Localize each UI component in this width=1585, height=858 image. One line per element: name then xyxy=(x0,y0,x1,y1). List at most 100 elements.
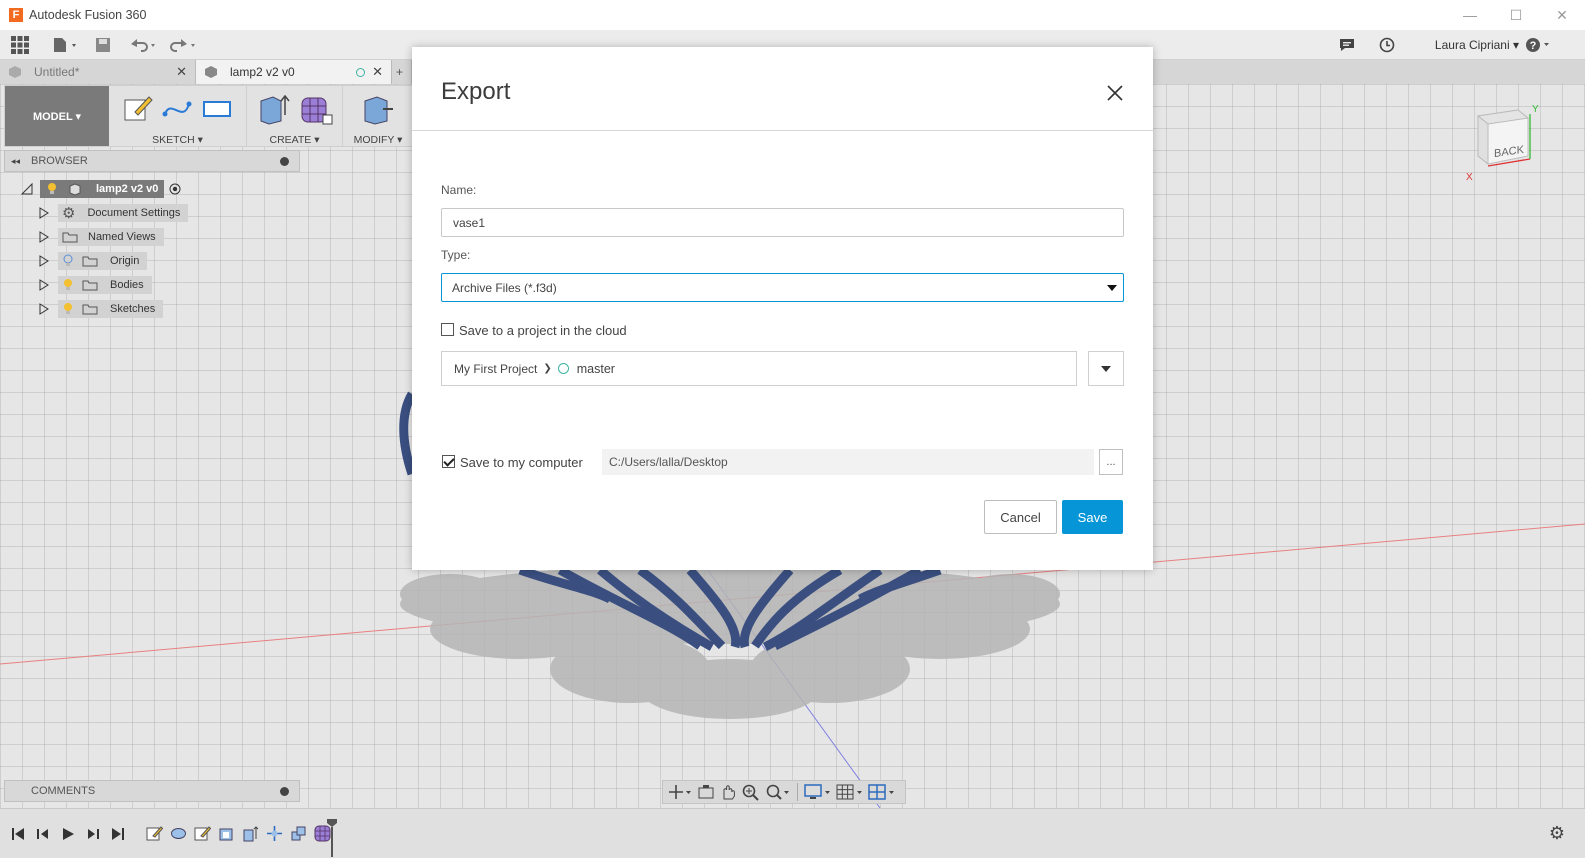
look-at-icon[interactable] xyxy=(697,783,715,801)
modify-group[interactable]: MODIFY ▾ xyxy=(343,86,413,146)
type-select[interactable]: Archive Files (*.f3d) xyxy=(441,273,1124,302)
axis-y-label: Y xyxy=(1532,104,1539,115)
new-tab-button[interactable]: + xyxy=(392,60,412,84)
create-group[interactable]: CREATE ▾ xyxy=(247,86,343,146)
lightbulb-icon[interactable] xyxy=(62,278,74,292)
browser-item-named-views[interactable]: Named Views xyxy=(38,227,164,247)
expand-arrow-icon[interactable] xyxy=(38,230,50,244)
chevron-right-icon: ❯ xyxy=(543,363,552,374)
browser-item-origin[interactable]: Origin xyxy=(38,251,148,271)
document-icon xyxy=(205,66,217,78)
workspace-switcher[interactable]: MODEL ▾ xyxy=(5,86,109,146)
undo-icon[interactable] xyxy=(124,30,164,60)
sketch-rectangle-icon[interactable] xyxy=(201,94,233,124)
zoom-icon[interactable] xyxy=(741,783,761,801)
expand-arrow-icon[interactable] xyxy=(38,302,50,316)
create-sketch-icon[interactable] xyxy=(123,94,153,124)
tab-lamp2[interactable]: lamp2 v2 v0 ✕ xyxy=(196,60,392,84)
help-icon[interactable]: ? xyxy=(1524,30,1554,60)
chevron-down-icon xyxy=(1101,365,1111,372)
view-cube[interactable]: BACK X Y xyxy=(1466,104,1539,183)
app-title: Autodesk Fusion 360 xyxy=(29,8,147,22)
sketch-group-label[interactable]: SKETCH ▾ xyxy=(152,134,203,146)
fusion-logo-icon: F xyxy=(9,8,23,22)
extrude-icon[interactable] xyxy=(257,93,291,125)
minimize-button[interactable]: — xyxy=(1447,0,1493,30)
comments-panel-header[interactable]: COMMENTS xyxy=(4,780,300,802)
display-settings-icon[interactable] xyxy=(804,783,832,801)
tab-close-icon[interactable]: ✕ xyxy=(372,64,383,80)
expand-arrow-icon[interactable] xyxy=(38,254,50,268)
timeline-bar: ⚙ xyxy=(0,808,1585,858)
timeline-settings-gear-icon[interactable]: ⚙ xyxy=(1549,823,1565,844)
expand-arrow-icon[interactable] xyxy=(38,206,50,220)
save-to-computer-label[interactable]: Save to my computer xyxy=(460,455,583,470)
viewports-icon[interactable] xyxy=(868,783,896,801)
project-dropdown-button[interactable] xyxy=(1088,351,1124,386)
pan-hand-icon[interactable] xyxy=(719,783,737,801)
toolbar-ribbon: MODEL ▾ SKETCH ▾ CREATE ▾ MODIFY ▾ xyxy=(4,85,414,147)
lightbulb-icon[interactable] xyxy=(46,182,58,196)
expand-arrow-icon[interactable] xyxy=(38,278,50,292)
close-icon[interactable] xyxy=(1105,83,1125,103)
timeline-shell-icon[interactable] xyxy=(218,825,235,842)
browser-pin-icon[interactable] xyxy=(280,156,289,166)
save-button[interactable]: Save xyxy=(1062,500,1123,534)
tab-close-icon[interactable]: ✕ xyxy=(176,64,187,80)
step-back-icon[interactable] xyxy=(35,826,51,842)
timeline-revolve-icon[interactable] xyxy=(170,825,187,842)
save-icon[interactable] xyxy=(88,30,118,60)
browser-panel-header[interactable]: ◂◂ BROWSER xyxy=(4,150,300,172)
close-window-button[interactable]: ✕ xyxy=(1539,0,1585,30)
grid-settings-icon[interactable] xyxy=(836,783,864,801)
timeline-move-icon[interactable] xyxy=(266,825,283,842)
save-to-computer-checkbox[interactable] xyxy=(442,455,455,468)
go-to-end-icon[interactable] xyxy=(110,826,126,842)
play-icon[interactable] xyxy=(60,826,76,842)
orbit-icon[interactable] xyxy=(667,783,693,801)
browse-folder-button[interactable]: ... xyxy=(1099,449,1123,475)
timeline-sketch-icon[interactable] xyxy=(146,825,163,842)
activate-radio-icon[interactable] xyxy=(168,182,182,196)
redo-icon[interactable] xyxy=(164,30,204,60)
timeline-extrude-icon[interactable] xyxy=(242,825,259,842)
add-comment-icon[interactable] xyxy=(280,786,289,796)
job-status-clock-icon[interactable] xyxy=(1376,30,1398,60)
go-to-start-icon[interactable] xyxy=(10,826,26,842)
notifications-icon[interactable] xyxy=(1336,30,1358,60)
browser-item-document-settings[interactable]: ⚙ Document Settings xyxy=(38,203,189,223)
file-menu-icon[interactable] xyxy=(44,30,88,60)
folder-icon xyxy=(82,280,98,291)
collapse-arrow-icon[interactable] xyxy=(20,182,34,196)
lightbulb-icon[interactable] xyxy=(62,302,74,316)
collapse-browser-icon[interactable]: ◂◂ xyxy=(11,156,20,167)
sketch-group[interactable]: SKETCH ▾ xyxy=(109,86,247,146)
lightbulb-off-icon[interactable] xyxy=(62,254,74,268)
step-forward-icon[interactable] xyxy=(85,826,101,842)
data-panel-grid-icon[interactable] xyxy=(0,30,40,60)
timeline-pattern-icon[interactable] xyxy=(290,825,307,842)
fit-zoom-icon[interactable] xyxy=(765,783,791,801)
tree-item-label: Bodies xyxy=(110,279,144,291)
save-to-cloud-label[interactable]: Save to a project in the cloud xyxy=(459,323,627,338)
timeline-features xyxy=(146,825,331,842)
form-icon[interactable] xyxy=(299,93,333,125)
maximize-button[interactable]: ☐ xyxy=(1493,0,1539,30)
sketch-spline-icon[interactable] xyxy=(161,94,193,124)
press-pull-icon[interactable] xyxy=(361,93,395,125)
save-path-field[interactable]: C:/Users/lalla/Desktop xyxy=(602,449,1094,475)
user-account-menu[interactable]: Laura Cipriani ▾ xyxy=(1435,38,1519,52)
title-bar: F Autodesk Fusion 360 — ☐ ✕ xyxy=(0,0,1585,30)
timeline-sketch-icon[interactable] xyxy=(194,825,211,842)
save-to-cloud-checkbox[interactable] xyxy=(441,323,454,336)
cancel-button[interactable]: Cancel xyxy=(984,500,1057,534)
browser-root-node[interactable]: lamp2 v2 v0 xyxy=(20,179,182,199)
project-location-field[interactable]: My First Project ❯ master xyxy=(441,351,1077,386)
tab-untitled[interactable]: Untitled* ✕ xyxy=(0,60,196,84)
name-input[interactable] xyxy=(441,208,1124,237)
modify-group-label[interactable]: MODIFY ▾ xyxy=(354,134,403,146)
create-group-label[interactable]: CREATE ▾ xyxy=(270,134,320,146)
timeline-marker[interactable] xyxy=(326,819,337,858)
browser-item-bodies[interactable]: Bodies xyxy=(38,275,152,295)
browser-item-sketches[interactable]: Sketches xyxy=(38,299,164,319)
